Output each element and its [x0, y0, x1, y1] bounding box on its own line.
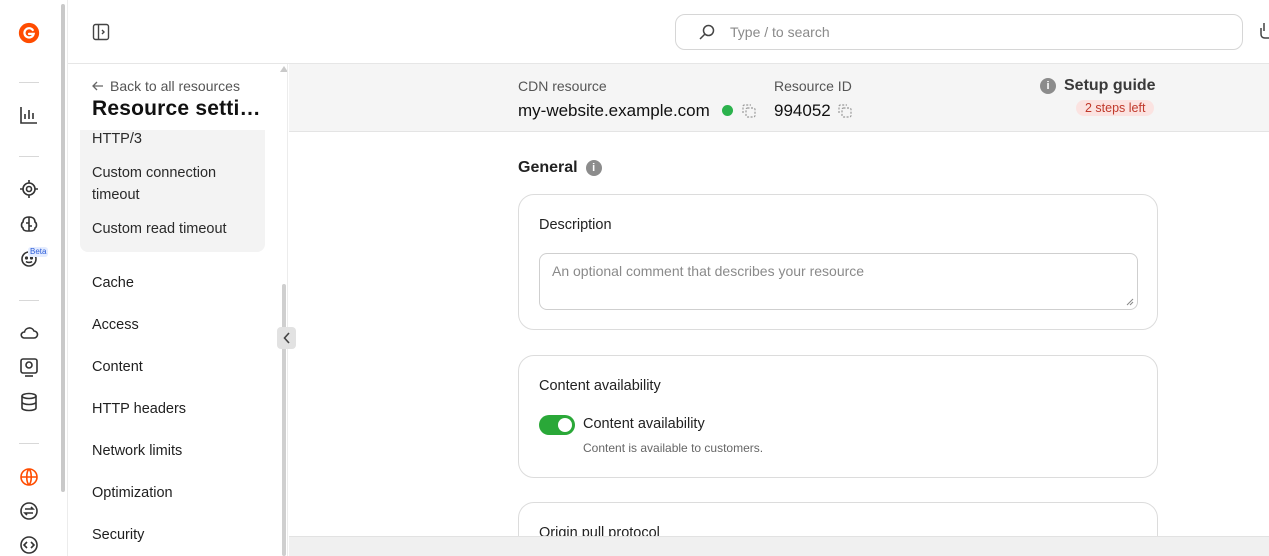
description-textarea[interactable]: An optional comment that describes your …: [539, 253, 1138, 310]
toggle-knob: [558, 418, 572, 432]
search-input[interactable]: Type / to search: [675, 14, 1243, 50]
database-icon[interactable]: [18, 391, 40, 413]
sidebar-subitem-http3[interactable]: HTTP/3: [92, 128, 252, 150]
status-active-indicator: [722, 105, 733, 116]
arrow-left-icon: [92, 81, 103, 91]
resize-grip-icon[interactable]: [1126, 298, 1134, 306]
sidebar-scroll-up[interactable]: [280, 66, 287, 72]
info-icon[interactable]: i: [585, 160, 602, 176]
rail-scrollbar[interactable]: [61, 4, 65, 492]
info-icon: i: [1040, 78, 1056, 94]
chevron-left-icon: [282, 332, 290, 344]
setup-guide-label: Setup guide: [1064, 77, 1156, 94]
sidebar-item-security[interactable]: Security: [92, 527, 144, 543]
bottom-bar: [289, 536, 1269, 556]
settings-sidebar: Back to all resources Resource settings …: [68, 64, 288, 556]
availability-toggle[interactable]: [539, 415, 575, 435]
origin-pull-card: Origin pull protocol: [518, 502, 1158, 536]
rail-divider: [19, 156, 39, 157]
analytics-icon[interactable]: [18, 104, 40, 126]
rail-divider: [19, 82, 39, 83]
sidebar-subitem-connection-timeout[interactable]: Custom connection timeout: [92, 162, 252, 206]
steps-left-badge: 2 steps left: [1076, 100, 1155, 116]
cloud-icon[interactable]: [18, 322, 40, 344]
availability-description: Content is available to customers.: [583, 441, 764, 455]
origin-pull-title: Origin pull protocol: [539, 525, 660, 536]
brand-logo-icon[interactable]: [18, 22, 40, 44]
section-title-general: General i: [518, 159, 602, 177]
rail-divider: [19, 300, 39, 301]
settings-title: Resource settings: [92, 97, 267, 120]
collapse-sidebar-button[interactable]: [277, 327, 296, 349]
sidebar-item-optimization[interactable]: Optimization: [92, 485, 173, 501]
sidebar-subitem-read-timeout[interactable]: Custom read timeout: [92, 218, 252, 240]
sidebar-scrollbar[interactable]: [282, 284, 286, 556]
section-title-text: General: [518, 159, 578, 176]
sidebar-item-cache[interactable]: Cache: [92, 275, 134, 291]
description-placeholder: An optional comment that describes your …: [552, 263, 865, 279]
sidebar-item-access[interactable]: Access: [92, 317, 139, 333]
notification-icon[interactable]: [1258, 22, 1269, 40]
monitor-icon[interactable]: [18, 356, 40, 378]
content-availability-card: Content availability Content availabilit…: [518, 355, 1158, 478]
availability-title: Content availability: [539, 378, 661, 394]
main-content: General i Description An optional commen…: [289, 133, 1269, 536]
search-placeholder: Type / to search: [730, 24, 830, 40]
sidebar-item-content[interactable]: Content: [92, 359, 143, 375]
description-card: Description An optional comment that des…: [518, 194, 1158, 330]
code-icon[interactable]: [18, 534, 40, 556]
icon-rail: Beta: [0, 0, 60, 556]
resource-id-value: 994052: [774, 101, 831, 120]
sidebar-item-http-headers[interactable]: HTTP headers: [92, 401, 186, 417]
cdn-resource-value: my-website.example.com: [518, 101, 710, 120]
cdn-globe-icon[interactable]: [18, 466, 40, 488]
availability-toggle-label: Content availability: [583, 416, 705, 432]
copy-icon[interactable]: [838, 104, 852, 118]
copy-icon[interactable]: [742, 104, 756, 118]
resource-id-label: Resource ID: [774, 78, 852, 94]
beta-badge: Beta: [28, 247, 49, 257]
rail-divider: [19, 443, 39, 444]
transfer-icon[interactable]: [18, 500, 40, 522]
ai-brain-icon[interactable]: [18, 213, 40, 235]
chip-icon[interactable]: [18, 178, 40, 200]
top-bar: Type / to search: [68, 0, 1269, 64]
settings-subgroup: HTTP/3 Custom connection timeout Custom …: [80, 130, 265, 252]
setup-guide-button[interactable]: i Setup guide: [1040, 77, 1156, 95]
description-title: Description: [539, 217, 612, 233]
back-to-resources-link[interactable]: Back to all resources: [92, 78, 240, 94]
sidebar-item-network-limits[interactable]: Network limits: [92, 443, 182, 459]
back-link-label: Back to all resources: [110, 78, 240, 94]
panel-toggle-icon[interactable]: [92, 23, 110, 41]
search-icon: [699, 24, 715, 40]
resource-header: CDN resource my-website.example.com Reso…: [289, 64, 1269, 132]
cdn-resource-label: CDN resource: [518, 78, 607, 94]
